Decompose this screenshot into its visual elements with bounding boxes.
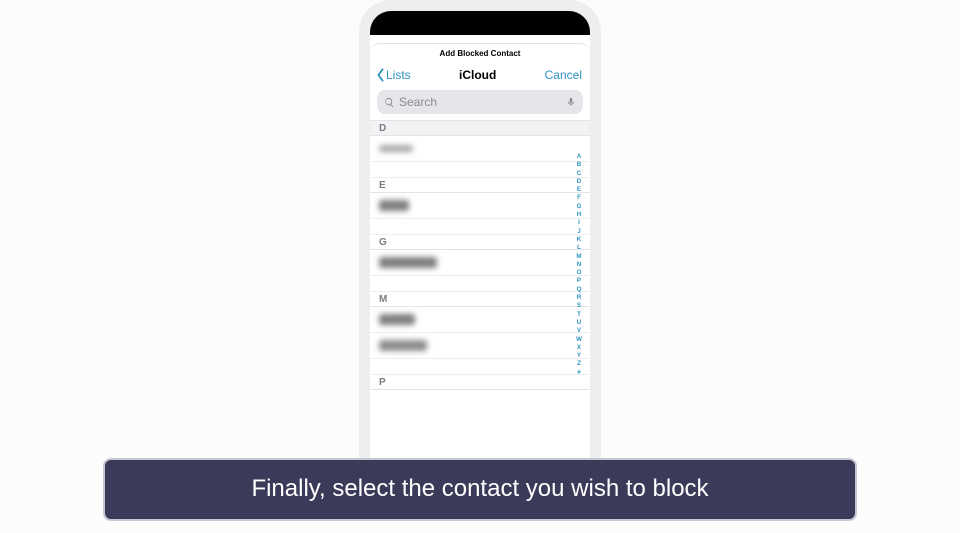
list-item[interactable] <box>370 193 590 219</box>
list-item[interactable] <box>370 250 590 276</box>
nav-bar: Lists iCloud Cancel <box>370 61 590 90</box>
search-placeholder: Search <box>399 95 566 109</box>
section-header-e: E <box>370 178 590 193</box>
index-letter[interactable]: F <box>577 194 581 202</box>
index-letter[interactable]: X <box>577 344 581 352</box>
index-letter[interactable]: C <box>577 170 581 178</box>
index-letter[interactable]: L <box>577 244 581 252</box>
section-header-p: P <box>370 375 590 390</box>
index-letter[interactable]: O <box>577 269 582 277</box>
index-letter[interactable]: R <box>577 294 581 302</box>
list-item[interactable] <box>370 136 590 162</box>
section-header-g: G <box>370 235 590 250</box>
list-item[interactable] <box>370 333 590 359</box>
contact-name-blurred <box>379 200 409 211</box>
index-letter[interactable]: K <box>577 236 581 244</box>
list-item[interactable] <box>370 307 590 333</box>
index-letter[interactable]: M <box>576 253 581 261</box>
index-letter[interactable]: S <box>577 302 581 310</box>
instruction-caption: Finally, select the contact you wish to … <box>103 458 857 521</box>
index-letter[interactable]: Z <box>577 360 581 368</box>
index-letter[interactable]: E <box>577 186 581 194</box>
section-header-m: M <box>370 292 590 307</box>
contact-name-blurred <box>379 340 427 351</box>
index-letter[interactable]: W <box>576 336 582 344</box>
alpha-index[interactable]: ABCDEFGHIJKLMNOPQRSTUVWXYZ# <box>575 153 583 377</box>
modal-sheet: Add Blocked Contact Lists iCloud Cancel … <box>370 43 590 390</box>
search-icon <box>384 97 395 108</box>
search-wrap: Search <box>370 90 590 120</box>
cancel-button[interactable]: Cancel <box>545 68 582 82</box>
index-letter[interactable]: T <box>577 311 581 319</box>
contact-list: D E G M P <box>370 120 590 390</box>
index-letter[interactable]: J <box>577 228 580 236</box>
mic-icon[interactable] <box>566 95 576 109</box>
index-letter[interactable]: U <box>577 319 581 327</box>
search-input[interactable]: Search <box>377 90 583 114</box>
contact-name-blurred <box>379 145 413 152</box>
back-button[interactable]: Lists <box>376 68 411 82</box>
index-letter[interactable]: # <box>577 369 580 377</box>
index-letter[interactable]: D <box>577 178 581 186</box>
index-letter[interactable]: H <box>577 211 581 219</box>
index-letter[interactable]: Y <box>577 352 581 360</box>
index-letter[interactable]: P <box>577 277 581 285</box>
contact-name-blurred <box>379 314 415 325</box>
index-letter[interactable]: G <box>577 203 582 211</box>
index-letter[interactable]: B <box>577 161 581 169</box>
index-letter[interactable]: V <box>577 327 581 335</box>
contact-name-blurred <box>379 257 437 268</box>
back-label: Lists <box>386 68 411 82</box>
index-letter[interactable]: I <box>578 219 580 227</box>
section-header-d: D <box>370 120 590 136</box>
status-bar <box>370 11 590 35</box>
index-letter[interactable]: A <box>577 153 581 161</box>
phone-frame: Add Blocked Contact Lists iCloud Cancel … <box>359 0 601 500</box>
nav-title: iCloud <box>411 68 545 82</box>
chevron-left-icon <box>376 68 385 82</box>
index-letter[interactable]: Q <box>577 286 582 294</box>
screen: Add Blocked Contact Lists iCloud Cancel … <box>370 35 590 489</box>
sheet-title: Add Blocked Contact <box>370 44 590 61</box>
index-letter[interactable]: N <box>577 261 581 269</box>
